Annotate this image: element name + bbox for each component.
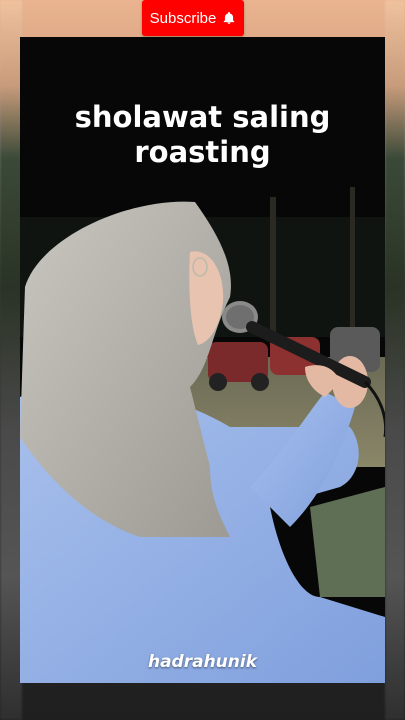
video-title-overlay: sholawat saling roasting bbox=[20, 100, 385, 170]
channel-watermark: hadrahunik bbox=[147, 652, 258, 672]
subscribe-button[interactable]: Subscribe bbox=[142, 0, 244, 36]
video-title-line-2: roasting bbox=[134, 135, 271, 169]
subscribe-button-label: Subscribe bbox=[149, 9, 217, 27]
background-blur-left bbox=[0, 0, 22, 720]
bell-icon bbox=[222, 11, 236, 25]
background-blur-right bbox=[385, 0, 405, 720]
video-title-line-1: sholawat saling bbox=[74, 100, 331, 134]
